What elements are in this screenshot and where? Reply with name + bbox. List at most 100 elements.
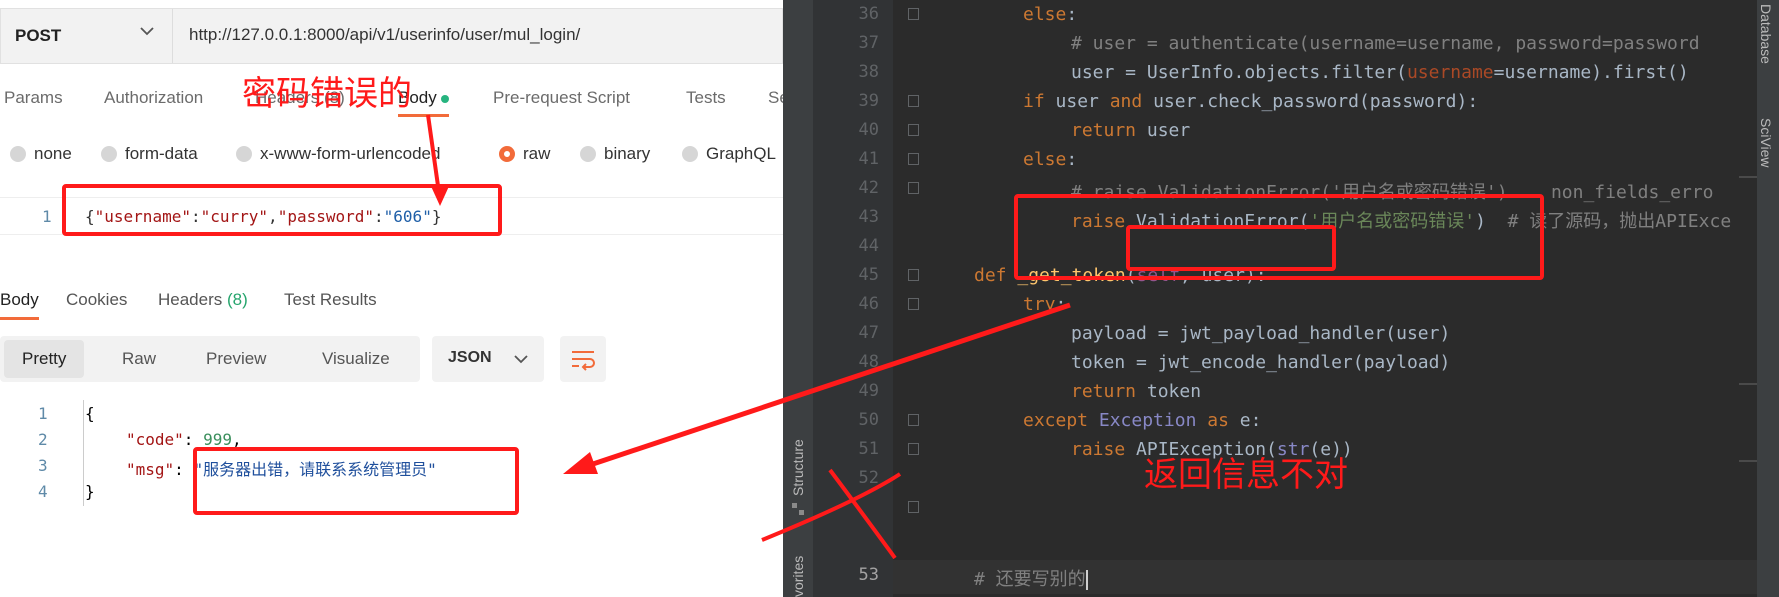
- tab-response-headers[interactable]: Headers (8): [158, 290, 248, 310]
- fold-icon[interactable]: [908, 443, 919, 455]
- view-mode-bar: Pretty Raw Preview Visualize: [0, 336, 420, 382]
- sciview-tool-tab[interactable]: SciView: [1758, 118, 1774, 168]
- code-line-38: user = UserInfo.objects.filter(username=…: [1071, 62, 1689, 83]
- code-line-36: else:: [1023, 4, 1078, 25]
- line-number: 1: [38, 404, 48, 423]
- view-preview[interactable]: Preview: [206, 349, 266, 369]
- code-line-40: return user: [1071, 120, 1191, 141]
- ide-line-number: 40: [858, 120, 879, 140]
- tab-params[interactable]: Params: [4, 88, 63, 108]
- code-line-49: return token: [1071, 381, 1202, 402]
- tab-cookies[interactable]: Cookies: [66, 290, 127, 310]
- tab-tests[interactable]: Tests: [686, 88, 726, 108]
- ide-line-number: 44: [858, 236, 879, 256]
- chevron-down-icon: [140, 27, 154, 36]
- method-label: POST: [15, 26, 62, 45]
- radio-raw-label: raw: [523, 144, 551, 163]
- scroll-marker: [1739, 460, 1757, 462]
- fold-icon[interactable]: [908, 298, 919, 310]
- text-caret: [1085, 570, 1088, 590]
- code-line-48: token = jwt_encode_handler(payload): [1071, 352, 1451, 373]
- ide-line-number: 39: [858, 91, 879, 111]
- response-line-1: {: [85, 404, 95, 423]
- tab-response-headers-label: Headers: [158, 290, 223, 309]
- ide-line-number: 51: [858, 439, 879, 459]
- radio-circle-icon: [682, 146, 698, 162]
- line-number: 4: [38, 482, 48, 501]
- radio-urlencoded-label: x-www-form-urlencoded: [260, 144, 441, 163]
- view-pretty[interactable]: Pretty: [4, 340, 85, 378]
- fold-icon[interactable]: [908, 153, 919, 165]
- favorites-tool-tab[interactable]: vorites: [790, 556, 806, 597]
- left-tool-strip: Structure vorites: [783, 0, 813, 597]
- ide-line-number: 52: [858, 468, 879, 488]
- radio-form-data[interactable]: form-data: [101, 144, 198, 164]
- tab-pre-request-script[interactable]: Pre-request Script: [493, 88, 630, 108]
- view-visualize[interactable]: Visualize: [322, 349, 390, 369]
- radio-circle-icon: [101, 146, 117, 162]
- wrap-lines-button[interactable]: [560, 336, 606, 382]
- ide-line-number: 48: [858, 352, 879, 372]
- code-line-39: if user and user.check_password(password…: [1023, 91, 1479, 112]
- ide-line-number: 41: [858, 149, 879, 169]
- line-number: 3: [38, 456, 48, 475]
- structure-icon: [792, 503, 804, 515]
- fold-icon[interactable]: [908, 269, 919, 281]
- format-select[interactable]: JSON: [432, 336, 544, 382]
- fold-icon[interactable]: [908, 95, 919, 107]
- code-line-50: except Exception as e:: [1023, 410, 1262, 431]
- radio-form-data-label: form-data: [125, 144, 198, 163]
- radio-graphql[interactable]: GraphQL: [682, 144, 776, 164]
- fold-icon[interactable]: [908, 414, 919, 426]
- fold-icon[interactable]: [908, 501, 919, 513]
- code-line-37: # user = authenticate(username=username,…: [1071, 33, 1700, 54]
- ide-editor-panel: Structure vorites 36 37 38 39 40 41 42 43 44 45 46…: [783, 0, 1779, 597]
- ide-line-number: 47: [858, 323, 879, 343]
- modified-dot-icon: [440, 94, 449, 103]
- wrap-lines-icon: [572, 351, 595, 371]
- line-number: 2: [38, 430, 48, 449]
- response-msg-highlight-box: [193, 447, 519, 515]
- indent-guide: [83, 400, 84, 506]
- fold-icon[interactable]: [908, 124, 919, 136]
- radio-graphql-label: GraphQL: [706, 144, 776, 163]
- ide-line-number: 53: [858, 565, 879, 585]
- request-url-bar: POST http://127.0.0.1:8000/api/v1/userin…: [0, 8, 783, 64]
- radio-binary[interactable]: binary: [580, 144, 650, 164]
- tab-settings[interactable]: Se: [768, 88, 783, 108]
- ide-line-number: 43: [858, 207, 879, 227]
- view-raw[interactable]: Raw: [122, 349, 156, 369]
- tab-authorization[interactable]: Authorization: [104, 88, 203, 108]
- format-label: JSON: [448, 349, 492, 366]
- ide-line-number: 42: [858, 178, 879, 198]
- scroll-marker: [1739, 176, 1757, 178]
- method-select[interactable]: POST: [1, 9, 173, 63]
- url-input[interactable]: http://127.0.0.1:8000/api/v1/userinfo/us…: [189, 25, 580, 45]
- radio-urlencoded[interactable]: x-www-form-urlencoded: [236, 144, 440, 164]
- structure-tool-tab[interactable]: Structure: [790, 439, 806, 496]
- fold-icon[interactable]: [908, 8, 919, 20]
- fold-icon[interactable]: [908, 182, 919, 194]
- headers-count: (8): [227, 290, 248, 309]
- annotation-password-wrong: 密码错误的: [242, 74, 412, 114]
- tab-test-results[interactable]: Test Results: [284, 290, 377, 310]
- validation-error-call-box: [1126, 225, 1336, 271]
- chevron-down-icon: [514, 355, 528, 364]
- radio-none[interactable]: none: [10, 144, 72, 164]
- radio-circle-icon: [10, 146, 26, 162]
- radio-circle-icon: [236, 146, 252, 162]
- line-number: 1: [42, 207, 52, 226]
- response-line-4: }: [85, 482, 95, 501]
- radio-raw[interactable]: raw: [499, 144, 550, 164]
- ide-line-number: 36: [858, 4, 879, 24]
- database-tool-tab[interactable]: Database: [1758, 4, 1774, 64]
- ide-line-number: 38: [858, 62, 879, 82]
- radio-selected-icon: [499, 146, 515, 162]
- request-body-highlight-box: [62, 184, 502, 236]
- ide-line-number: 37: [858, 33, 879, 53]
- code-line-41: else:: [1023, 149, 1078, 170]
- ide-line-number: 45: [858, 265, 879, 285]
- ide-line-number: 46: [858, 294, 879, 314]
- tab-response-body[interactable]: Body: [0, 290, 39, 320]
- scroll-marker: [1739, 383, 1757, 385]
